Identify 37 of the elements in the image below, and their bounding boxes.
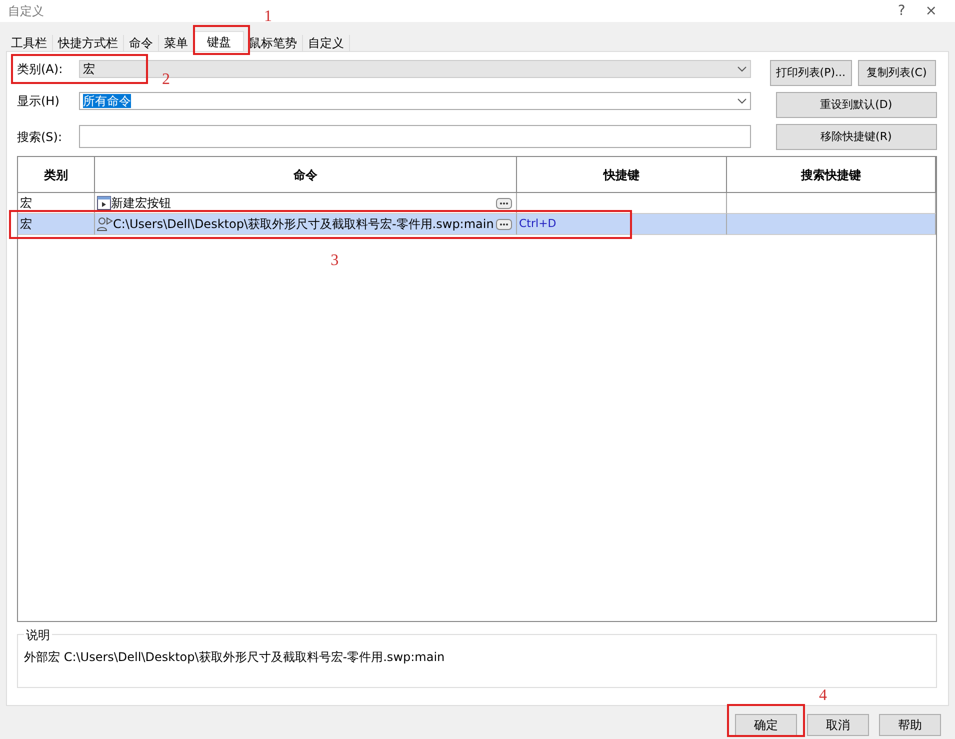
tab[interactable]: 键盘 bbox=[194, 31, 244, 51]
window-title: 自定义 bbox=[8, 3, 44, 20]
column-header[interactable]: 快捷键 bbox=[517, 157, 727, 193]
column-header[interactable]: 命令 bbox=[95, 157, 517, 193]
close-button[interactable]: × bbox=[915, 0, 947, 22]
annotation-number: 4 bbox=[819, 688, 827, 704]
footer-button[interactable]: 帮助 bbox=[879, 714, 941, 736]
display-label: 显示(H) bbox=[17, 93, 60, 110]
command-text: 新建宏按钮 bbox=[111, 195, 172, 212]
side-button[interactable]: 打印列表(P)... bbox=[770, 60, 852, 86]
category-label: 类别(A): bbox=[17, 61, 64, 78]
search-field[interactable] bbox=[79, 125, 751, 148]
column-header[interactable]: 类别 bbox=[18, 157, 95, 193]
search-label: 搜索(S): bbox=[17, 128, 64, 146]
shortcut-text: Ctrl+D bbox=[519, 216, 556, 232]
display-dropdown[interactable]: 所有命令 bbox=[79, 92, 751, 110]
side-button[interactable]: 复制列表(C) bbox=[858, 60, 936, 86]
table-row[interactable]: 宏 C:\Users\Dell\Desktop\获取外形尺寸及截取料号宏-零件用.swp:main Ctrl+D bbox=[18, 214, 936, 235]
description-text: 外部宏 C:\Users\Dell\Desktop\获取外形尺寸及截取料号宏-零件用.swp:main bbox=[24, 650, 445, 664]
chevron-icon bbox=[737, 66, 747, 72]
column-header[interactable]: 搜索快捷键 bbox=[727, 157, 936, 193]
more-button[interactable] bbox=[496, 218, 512, 230]
person-macro-icon bbox=[97, 217, 113, 231]
macro-button-icon bbox=[97, 196, 111, 210]
annotation-number: 1 bbox=[264, 9, 272, 25]
help-button[interactable]: ? bbox=[888, 0, 916, 22]
command-text: C:\Users\Dell\Desktop\获取外形尺寸及截取料号宏-零件用.swp:main bbox=[113, 216, 495, 233]
annotation-box bbox=[193, 25, 250, 55]
side-button[interactable]: 重设到默认(D) bbox=[776, 92, 937, 118]
annotation-number: 3 bbox=[330, 253, 339, 269]
table-cell: 宏 bbox=[18, 214, 95, 235]
footer-button[interactable]: 确定 bbox=[735, 714, 797, 736]
more-button[interactable] bbox=[496, 198, 512, 208]
chevron-icon bbox=[737, 98, 747, 104]
side-button[interactable]: 移除快捷键(R) bbox=[776, 124, 937, 150]
footer-button[interactable]: 取消 bbox=[807, 714, 869, 736]
description-title: 说明 bbox=[24, 626, 52, 644]
